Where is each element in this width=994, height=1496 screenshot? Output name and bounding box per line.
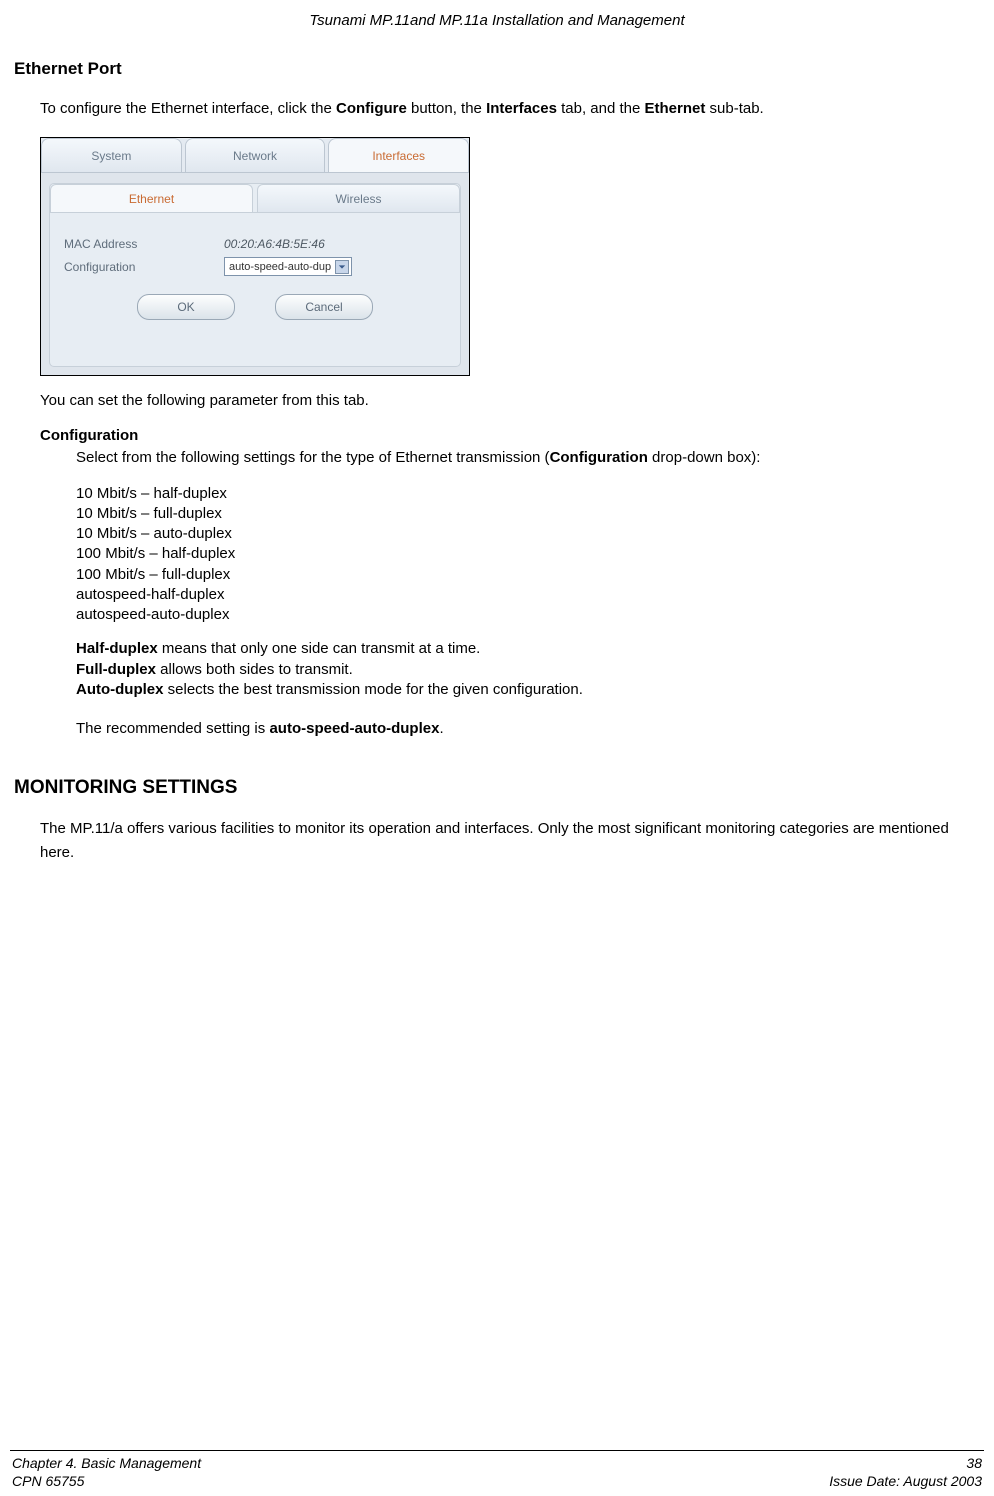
text: allows both sides to transmit. xyxy=(156,661,353,678)
page-footer: Chapter 4. Basic Management CPN 65755 38… xyxy=(10,1454,984,1496)
footer-left: Chapter 4. Basic Management CPN 65755 xyxy=(12,1454,201,1490)
tab-label: System xyxy=(91,149,131,163)
footer-cpn: CPN 65755 xyxy=(12,1472,201,1490)
def-full-duplex: Full-duplex allows both sides to transmi… xyxy=(76,660,980,680)
text-bold: Interfaces xyxy=(486,100,557,117)
ui-screenshot-panel: System Network Interfaces Ethernet Wirel… xyxy=(40,137,470,376)
text-bold: Configuration xyxy=(550,449,648,466)
config-select[interactable]: auto-speed-auto-dup xyxy=(224,257,352,276)
label-config: Configuration xyxy=(64,260,224,274)
tab-label: Interfaces xyxy=(372,149,425,163)
text-bold: Configure xyxy=(336,100,407,117)
select-value: auto-speed-auto-dup xyxy=(229,261,331,273)
text-bold: Full-duplex xyxy=(76,661,156,678)
list-item: 100 Mbit/s – full-duplex xyxy=(76,565,980,585)
config-subhead: Configuration xyxy=(40,427,980,444)
text: Select from the following settings for t… xyxy=(76,449,550,466)
footer-page-number: 38 xyxy=(829,1454,982,1472)
list-item: 10 Mbit/s – half-duplex xyxy=(76,484,980,504)
footer-rule xyxy=(10,1450,984,1451)
tab-system[interactable]: System xyxy=(41,138,182,172)
cancel-button[interactable]: Cancel xyxy=(275,294,373,320)
after-shot-text: You can set the following parameter from… xyxy=(40,390,980,413)
tab-interfaces[interactable]: Interfaces xyxy=(328,138,469,172)
intro-paragraph: To configure the Ethernet interface, cli… xyxy=(40,97,980,121)
text: selects the best transmission mode for t… xyxy=(164,681,583,698)
button-row: OK Cancel xyxy=(64,294,446,320)
row-mac: MAC Address 00:20:A6:4B:5E:46 xyxy=(64,237,446,251)
footer-issue-date: Issue Date: August 2003 xyxy=(829,1472,982,1490)
duplex-definitions: Half-duplex means that only one side can… xyxy=(76,639,980,700)
def-auto-duplex: Auto-duplex selects the best transmissio… xyxy=(76,680,980,700)
button-label: OK xyxy=(177,300,194,314)
sub-panel: Ethernet Wireless MAC Address 00:20:A6:4… xyxy=(49,183,461,367)
list-item: autospeed-auto-duplex xyxy=(76,605,980,625)
form-area: MAC Address 00:20:A6:4B:5E:46 Configurat… xyxy=(50,213,460,366)
heading-ethernet-port: Ethernet Port xyxy=(14,59,980,79)
ok-button[interactable]: OK xyxy=(137,294,235,320)
tab-network[interactable]: Network xyxy=(185,138,326,172)
text: . xyxy=(439,720,443,737)
footer-right: 38 Issue Date: August 2003 xyxy=(829,1454,982,1490)
text: The recommended setting is xyxy=(76,720,269,737)
list-item: autospeed-half-duplex xyxy=(76,585,980,605)
text: drop-down box): xyxy=(648,449,761,466)
text: sub-tab. xyxy=(705,100,763,117)
duplex-options-list: 10 Mbit/s – half-duplex 10 Mbit/s – full… xyxy=(76,484,980,626)
footer-chapter: Chapter 4. Basic Management xyxy=(12,1454,201,1472)
top-tab-row: System Network Interfaces xyxy=(41,138,469,173)
text: tab, and the xyxy=(557,100,645,117)
subtab-label: Ethernet xyxy=(129,192,174,206)
chevron-down-icon xyxy=(335,260,349,274)
def-half-duplex: Half-duplex means that only one side can… xyxy=(76,639,980,659)
list-item: 10 Mbit/s – auto-duplex xyxy=(76,524,980,544)
subtab-ethernet[interactable]: Ethernet xyxy=(50,184,253,212)
list-item: 100 Mbit/s – half-duplex xyxy=(76,544,980,564)
text-bold: Ethernet xyxy=(645,100,706,117)
text-bold: Auto-duplex xyxy=(76,681,164,698)
text: button, the xyxy=(407,100,486,117)
monitoring-body: The MP.11/a offers various facilities to… xyxy=(40,817,980,865)
subtab-wireless[interactable]: Wireless xyxy=(257,184,460,212)
list-item: 10 Mbit/s – full-duplex xyxy=(76,504,980,524)
subtab-label: Wireless xyxy=(335,192,381,206)
sub-tab-row: Ethernet Wireless xyxy=(50,184,460,213)
label-mac: MAC Address xyxy=(64,237,224,251)
value-mac: 00:20:A6:4B:5E:46 xyxy=(224,237,325,251)
recommended-setting: The recommended setting is auto-speed-au… xyxy=(76,718,980,741)
text-bold: Half-duplex xyxy=(76,640,158,657)
text: To configure the Ethernet interface, cli… xyxy=(40,100,336,117)
running-head: Tsunami MP.11and MP.11a Installation and… xyxy=(10,12,984,29)
config-body: Select from the following settings for t… xyxy=(76,446,980,470)
text-bold: auto-speed-auto-duplex xyxy=(269,720,439,737)
heading-monitoring-settings: MONITORING SETTINGS xyxy=(14,777,980,799)
tab-label: Network xyxy=(233,149,277,163)
row-config: Configuration auto-speed-auto-dup xyxy=(64,257,446,276)
text: means that only one side can transmit at… xyxy=(158,640,481,657)
button-label: Cancel xyxy=(305,300,342,314)
